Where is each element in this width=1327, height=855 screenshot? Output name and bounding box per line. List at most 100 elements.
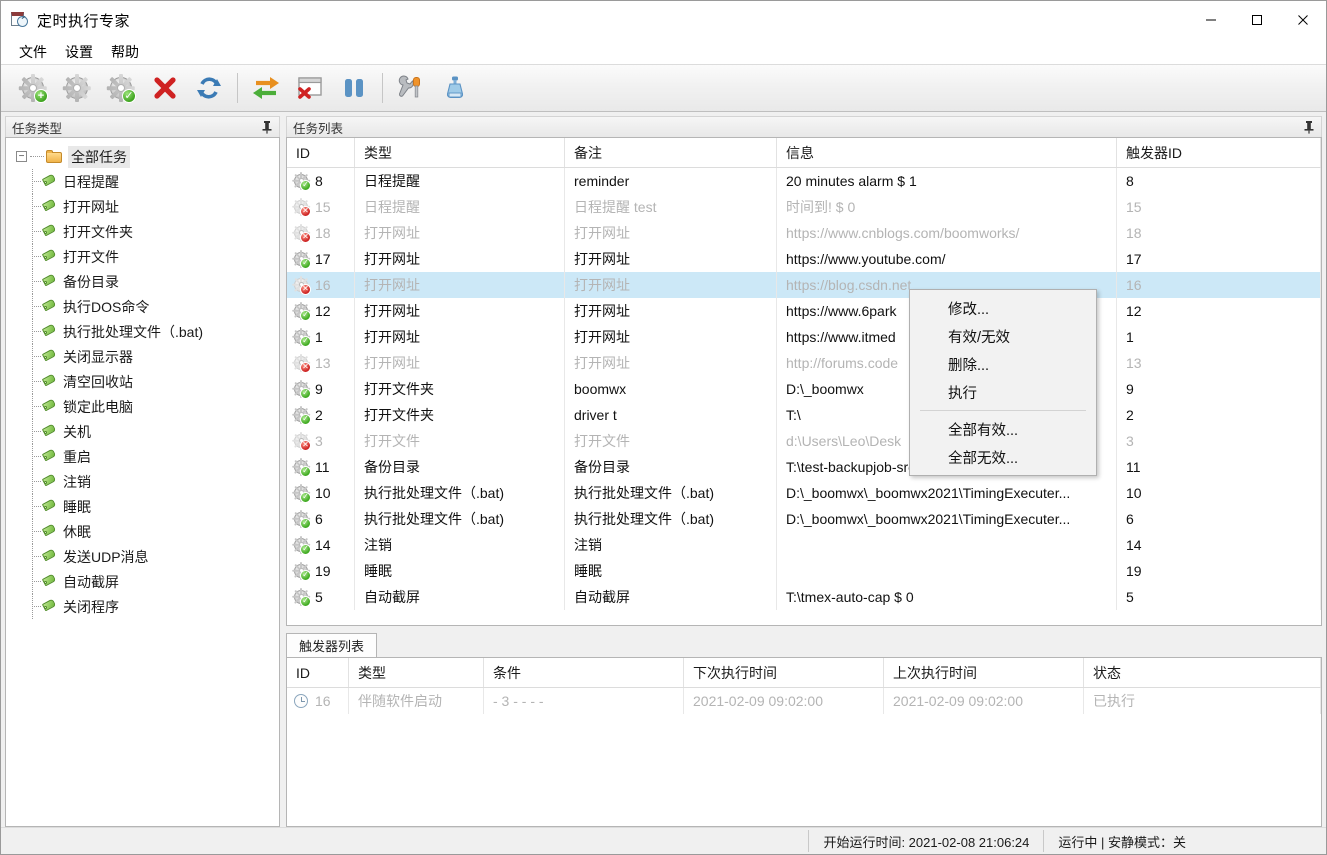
table-row[interactable]: ✕3打开文件打开文件d:\Users\Leo\Desk3	[287, 428, 1321, 454]
edit-task-button[interactable]	[55, 67, 99, 109]
table-row[interactable]: ✓14注销注销14	[287, 532, 1321, 558]
ctx-enable-all[interactable]: 全部有效...	[910, 415, 1096, 443]
tools-button[interactable]	[389, 67, 433, 109]
task-cell-note: boomwx	[565, 376, 777, 402]
menu-settings[interactable]: 设置	[56, 40, 102, 64]
pause-button[interactable]	[332, 67, 376, 109]
status-off-badge: ✕	[300, 284, 311, 295]
refresh-button[interactable]	[187, 67, 231, 109]
table-row[interactable]: 16伴随软件启动- 3 - - - -2021-02-09 09:02:0020…	[287, 688, 1321, 714]
tree-node-17[interactable]: 关闭程序	[6, 594, 279, 619]
task-list-grid[interactable]: ID类型备注信息触发器ID ✓8日程提醒reminder20 minutes a…	[286, 137, 1322, 626]
tag-icon	[42, 450, 57, 463]
table-row[interactable]: ✓1打开网址打开网址https://www.itmed1	[287, 324, 1321, 350]
maximize-button[interactable]	[1234, 1, 1280, 39]
trigger-col-header-5[interactable]: 状态	[1084, 658, 1321, 687]
trigger-grid[interactable]: ID类型条件下次执行时间上次执行时间状态 16伴随软件启动- 3 - - - -…	[286, 657, 1322, 827]
trigger-col-header-1[interactable]: 类型	[349, 658, 484, 687]
tree-guide-branch	[32, 331, 41, 332]
tree-node-0[interactable]: 日程提醒	[6, 169, 279, 194]
task-cell-type: 日程提醒	[355, 168, 565, 194]
table-row[interactable]: ✕15日程提醒日程提醒 test时间到! $ 015	[287, 194, 1321, 220]
ctx-toggle-enabled[interactable]: 有效/无效	[910, 322, 1096, 350]
task-id-text: 9	[315, 381, 323, 397]
trigger-col-header-2[interactable]: 条件	[484, 658, 684, 687]
task-cell-id: ✓9	[287, 376, 355, 402]
task-cell-note: 打开网址	[565, 324, 777, 350]
task-col-header-3[interactable]: 信息	[777, 138, 1117, 167]
task-col-header-0[interactable]: ID	[287, 138, 355, 167]
table-row[interactable]: ✕13打开网址打开网址http://forums.code13	[287, 350, 1321, 376]
tree-guide-branch	[32, 581, 41, 582]
task-list-body[interactable]: ✓8日程提醒reminder20 minutes alarm $ 18✕15日程…	[287, 168, 1321, 625]
task-status-gear-icon: ✓	[293, 303, 310, 320]
task-type-tree[interactable]: − 全部任务 日程提醒打开网址打开文件夹打开文件备份目录执行DOS命令执行批处理…	[5, 137, 280, 827]
trigger-col-header-4[interactable]: 上次执行时间	[884, 658, 1084, 687]
tree-node-13[interactable]: 睡眠	[6, 494, 279, 519]
task-col-header-1[interactable]: 类型	[355, 138, 565, 167]
task-context-menu[interactable]: 修改... 有效/无效 删除... 执行 全部有效... 全部无效...	[909, 289, 1097, 476]
minimize-button[interactable]	[1188, 1, 1234, 39]
trigger-col-header-3[interactable]: 下次执行时间	[684, 658, 884, 687]
tree-node-12[interactable]: 注销	[6, 469, 279, 494]
ctx-disable-all[interactable]: 全部无效...	[910, 443, 1096, 471]
table-row[interactable]: ✓9打开文件夹boomwxD:\_boomwx9	[287, 376, 1321, 402]
task-status-gear-icon: ✕	[293, 199, 310, 216]
toolbar: + ✓	[1, 64, 1326, 112]
table-row[interactable]: ✓6执行批处理文件（.bat)执行批处理文件（.bat)D:\_boomwx\_…	[287, 506, 1321, 532]
table-row[interactable]: ✓11备份目录备份目录T:\test-backupjob-srcdir $ T:…	[287, 454, 1321, 480]
close-window-button[interactable]	[288, 67, 332, 109]
close-button[interactable]	[1280, 1, 1326, 39]
tree-node-11[interactable]: 重启	[6, 444, 279, 469]
ctx-run[interactable]: 执行	[910, 378, 1096, 406]
tab-trigger-list[interactable]: 触发器列表	[286, 633, 377, 657]
tree-node-9[interactable]: 锁定此电脑	[6, 394, 279, 419]
add-task-button[interactable]: +	[11, 67, 55, 109]
title-bar: 定时执行专家	[1, 1, 1326, 39]
table-row[interactable]: ✓12打开网址打开网址https://www.6park12	[287, 298, 1321, 324]
table-row[interactable]: ✕16打开网址打开网址https://blog.csdn.net16	[287, 272, 1321, 298]
tree-node-14[interactable]: 休眠	[6, 519, 279, 544]
table-row[interactable]: ✓5自动截屏自动截屏T:\tmex-auto-cap $ 05	[287, 584, 1321, 610]
tree-node-2[interactable]: 打开文件夹	[6, 219, 279, 244]
ctx-delete[interactable]: 删除...	[910, 350, 1096, 378]
tree-node-3[interactable]: 打开文件	[6, 244, 279, 269]
tree-node-7[interactable]: 关闭显示器	[6, 344, 279, 369]
table-row[interactable]: ✓8日程提醒reminder20 minutes alarm $ 18	[287, 168, 1321, 194]
tree-node-16[interactable]: 自动截屏	[6, 569, 279, 594]
tree-node-15[interactable]: 发送UDP消息	[6, 544, 279, 569]
status-bar: 开始运行时间: 2021-02-08 21:06:24 运行中 | 安静模式：关	[1, 827, 1326, 854]
tree-node-8[interactable]: 清空回收站	[6, 369, 279, 394]
ctx-modify[interactable]: 修改...	[910, 294, 1096, 322]
trigger-col-header-0[interactable]: ID	[287, 658, 349, 687]
enable-task-button[interactable]: ✓	[99, 67, 143, 109]
delete-task-button[interactable]	[143, 67, 187, 109]
menu-help[interactable]: 帮助	[102, 40, 148, 64]
cleanup-button[interactable]	[433, 67, 477, 109]
pin-icon[interactable]	[261, 120, 273, 134]
task-cell-trigger-id: 16	[1117, 272, 1321, 298]
tree-node-1[interactable]: 打开网址	[6, 194, 279, 219]
pin-icon[interactable]	[1303, 120, 1315, 134]
tree-expander[interactable]: −	[16, 151, 27, 162]
tree-node-root[interactable]: − 全部任务	[6, 144, 279, 169]
table-row[interactable]: ✓2打开文件夹driver tT:\2	[287, 402, 1321, 428]
refresh-icon	[196, 75, 222, 101]
table-row[interactable]: ✓10执行批处理文件（.bat)执行批处理文件（.bat)D:\_boomwx\…	[287, 480, 1321, 506]
tree-node-4[interactable]: 备份目录	[6, 269, 279, 294]
task-col-header-2[interactable]: 备注	[565, 138, 777, 167]
table-row[interactable]: ✓17打开网址打开网址https://www.youtube.com/17	[287, 246, 1321, 272]
task-col-header-4[interactable]: 触发器ID	[1117, 138, 1321, 167]
tree-node-label: 执行批处理文件（.bat)	[63, 322, 203, 342]
trigger-grid-body[interactable]: 16伴随软件启动- 3 - - - -2021-02-09 09:02:0020…	[287, 688, 1321, 826]
tree-node-6[interactable]: 执行批处理文件（.bat)	[6, 319, 279, 344]
tree-guide-branch	[32, 181, 41, 182]
tree-node-5[interactable]: 执行DOS命令	[6, 294, 279, 319]
menu-file[interactable]: 文件	[10, 40, 56, 64]
table-row[interactable]: ✕18打开网址打开网址https://www.cnblogs.com/boomw…	[287, 220, 1321, 246]
trigger-cell-condition: - 3 - - - -	[484, 688, 684, 714]
tree-node-10[interactable]: 关机	[6, 419, 279, 444]
status-ok-badge: ✓	[300, 596, 311, 607]
table-row[interactable]: ✓19睡眠睡眠19	[287, 558, 1321, 584]
run-task-button[interactable]	[244, 67, 288, 109]
